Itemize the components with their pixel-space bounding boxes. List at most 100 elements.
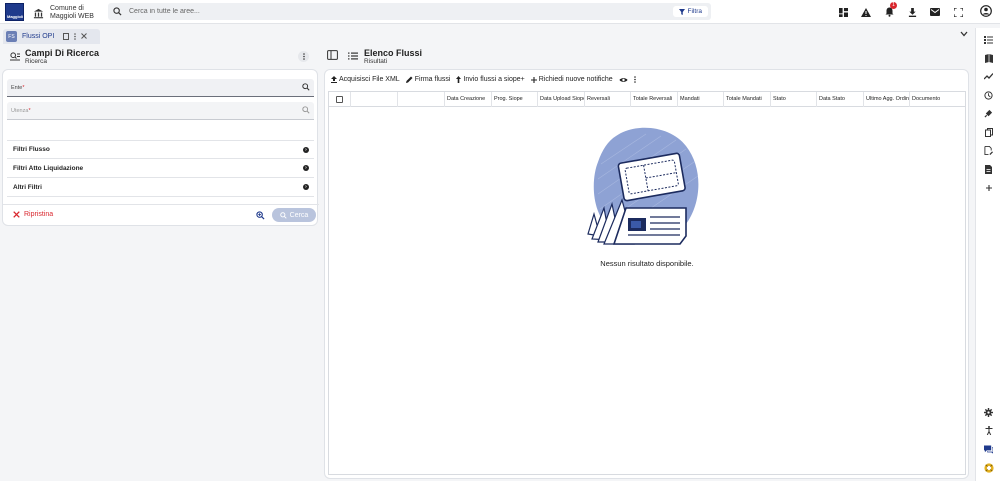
search-panel-title: Campi Di Ricerca <box>25 48 100 58</box>
table-column-header[interactable]: Ultimo Agg. Ordinativi <box>864 92 910 107</box>
chart-line-icon[interactable] <box>983 71 994 82</box>
top-bar: Maggioli Comune di Maggioli WEB Filtra 1 <box>0 0 1000 24</box>
search-list-icon <box>10 52 20 61</box>
select-all-column <box>329 92 351 107</box>
upload-icon <box>331 76 337 83</box>
eye-icon[interactable] <box>619 77 628 83</box>
table-column-header[interactable] <box>398 92 445 107</box>
filter-button[interactable]: Filtra <box>672 6 708 17</box>
municipality-switcher[interactable]: Comune di Maggioli WEB <box>33 5 94 21</box>
table-column-header[interactable]: Data Upload Siope <box>538 92 585 107</box>
search-panel-header: Campi Di Ricerca Ricerca <box>8 47 318 67</box>
history-icon[interactable] <box>983 90 994 101</box>
tab-bar: FS Flussi OPI <box>0 29 975 44</box>
app-logo[interactable]: Maggioli <box>5 3 24 21</box>
invio-flussi-button[interactable]: Invio flussi a siope+ <box>456 76 525 83</box>
sidebar-toggle-icon[interactable] <box>327 50 339 62</box>
plug-icon[interactable] <box>983 108 994 119</box>
table-column-header[interactable]: Reversali <box>585 92 631 107</box>
table-column-header[interactable]: Totale Reversali <box>631 92 678 107</box>
gear-icon[interactable] <box>983 407 994 418</box>
select-all-checkbox[interactable] <box>336 96 343 103</box>
tab-actions <box>63 33 88 40</box>
results-panel: Acquisisci File XML Firma flussi Invio f… <box>324 69 969 479</box>
richiedi-notifiche-button[interactable]: Richiedi nuove notifiche <box>530 76 613 83</box>
chat-icon[interactable] <box>983 444 994 455</box>
results-panel-header: Elenco Flussi Risultati <box>324 47 969 67</box>
firma-flussi-button[interactable]: Firma flussi <box>405 76 450 83</box>
zoom-in-icon[interactable] <box>256 211 265 220</box>
tab-menu-icon[interactable] <box>74 33 77 40</box>
accessibility-icon[interactable] <box>983 425 994 436</box>
empty-state-illustration <box>586 124 708 252</box>
more-actions-icon[interactable] <box>633 76 636 83</box>
search-panel-footer: Ripristina Cerca <box>3 204 319 226</box>
municipality-name: Comune di Maggioli WEB <box>50 5 94 20</box>
expand-icon: › <box>303 147 309 153</box>
table-header: Data Creazione Prog. Siope Data Upload S… <box>329 92 965 107</box>
global-search-input[interactable] <box>129 8 666 15</box>
flussi-icon: FS <box>6 31 17 42</box>
table-column-header[interactable]: Data Creazione <box>445 92 492 107</box>
ente-field[interactable]: Ente* <box>7 79 314 97</box>
close-icon <box>13 211 20 218</box>
book-icon[interactable] <box>983 53 994 64</box>
support-icon[interactable] <box>983 462 994 473</box>
empty-state-message: Nessun risultato disponibile. <box>600 259 694 268</box>
file-icon[interactable] <box>983 164 994 175</box>
results-toolbar: Acquisisci File XML Firma flussi Invio f… <box>331 76 636 83</box>
results-panel-subtitle: Risultati <box>364 58 388 65</box>
search-icon <box>113 7 122 16</box>
search-icon[interactable] <box>302 83 310 91</box>
search-icon <box>279 211 287 219</box>
notification-badge: 1 <box>890 2 897 9</box>
pin-icon[interactable] <box>63 33 70 40</box>
plus-icon <box>530 76 537 83</box>
acquisisci-file-xml-button[interactable]: Acquisisci File XML <box>331 76 400 83</box>
expand-icon: › <box>303 184 309 190</box>
table-column-header[interactable]: Stato <box>771 92 817 107</box>
global-search: Filtra <box>108 3 711 20</box>
download-icon[interactable] <box>905 5 919 19</box>
building-icon <box>33 8 44 19</box>
funnel-icon <box>678 8 685 15</box>
reset-button[interactable]: Ripristina <box>13 211 53 218</box>
table-column-header[interactable]: Prog. Siope <box>492 92 538 107</box>
list-icon <box>348 52 358 60</box>
search-panel: Ente* Utenza* Filtri Flusso › Filtri Atto… <box>2 69 319 226</box>
list-settings-icon[interactable] <box>983 34 994 45</box>
mail-icon[interactable] <box>928 5 942 19</box>
dashboard-icon[interactable] <box>836 5 850 19</box>
accordion-altri-filtri[interactable]: Altri Filtri › <box>7 178 314 197</box>
table-column-header[interactable]: Totale Mandati <box>724 92 771 107</box>
table-column-header[interactable] <box>351 92 398 107</box>
warning-icon[interactable] <box>859 5 873 19</box>
search-button[interactable]: Cerca <box>272 208 316 222</box>
results-panel-title: Elenco Flussi <box>364 48 423 58</box>
fullscreen-icon[interactable] <box>951 5 965 19</box>
close-icon[interactable] <box>81 33 88 40</box>
utenza-field[interactable]: Utenza* <box>7 102 314 120</box>
right-rail <box>975 28 1000 481</box>
table-column-header[interactable]: Data Stato <box>817 92 864 107</box>
tab-label: Flussi OPI <box>22 33 55 40</box>
table-column-header[interactable]: Mandati <box>678 92 724 107</box>
pen-icon <box>405 76 413 83</box>
accordion-filtri-flusso[interactable]: Filtri Flusso › <box>7 140 314 159</box>
search-panel-menu-button[interactable] <box>298 51 309 62</box>
chevron-down-icon[interactable] <box>960 31 968 37</box>
copy-icon[interactable] <box>983 127 994 138</box>
top-actions: 1 <box>836 2 965 19</box>
bell-icon[interactable]: 1 <box>882 2 897 19</box>
search-panel-subtitle: Ricerca <box>25 58 48 65</box>
search-icon[interactable] <box>302 106 310 114</box>
send-icon <box>456 76 462 83</box>
expand-icon: › <box>303 165 309 171</box>
add-icon[interactable] <box>983 182 994 193</box>
user-icon[interactable] <box>980 5 992 17</box>
accordion-filtri-atto-liquidazione[interactable]: Filtri Atto Liquidazione › <box>7 159 314 178</box>
tab-flussi-opi[interactable]: FS Flussi OPI <box>3 29 100 44</box>
results-table: Data Creazione Prog. Siope Data Upload S… <box>328 91 966 475</box>
edit-document-icon[interactable] <box>983 145 994 156</box>
table-column-header[interactable]: Documento <box>910 92 965 107</box>
